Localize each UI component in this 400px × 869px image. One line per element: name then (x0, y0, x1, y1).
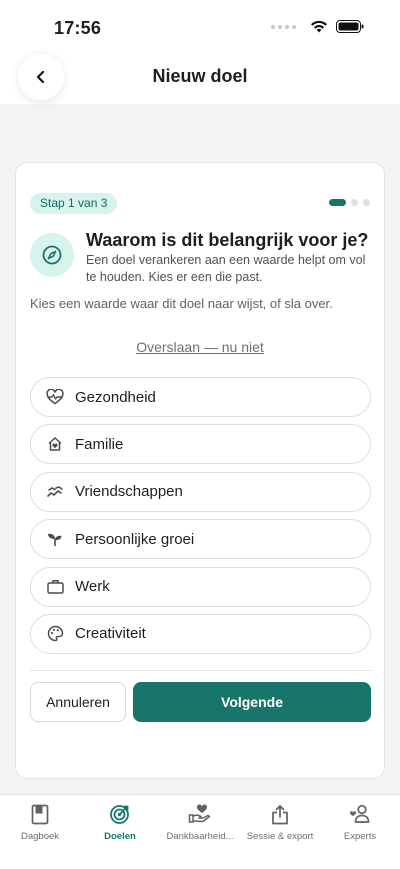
wifi-icon (311, 20, 327, 33)
value-option-creativiteit[interactable]: Creativiteit (30, 613, 371, 654)
tab-label: Doelen (104, 831, 136, 842)
value-option-persoonlijke-groei[interactable]: Persoonlijke groei (30, 519, 371, 560)
tab-label: Sessie & export (246, 831, 314, 842)
skip-link[interactable]: Overslaan — nu niet (16, 339, 384, 355)
value-option-familie[interactable]: Familie (30, 424, 371, 465)
value-option-label: Creativiteit (75, 625, 146, 643)
value-option-label: Werk (75, 578, 110, 596)
heartbeat-icon (46, 388, 64, 406)
people-icon (348, 803, 372, 825)
signal-icon (271, 24, 296, 29)
home-icon (46, 435, 64, 453)
card-subtitle: Een doel verankeren aan een waarde helpt… (86, 253, 366, 284)
nav-header: Nieuw doel (0, 54, 400, 104)
value-option-werk[interactable]: Werk (30, 566, 371, 607)
status-time: 17:56 (54, 18, 102, 38)
next-button[interactable]: Volgende (133, 682, 371, 722)
progress-dot-active (329, 199, 346, 206)
briefcase-icon (46, 578, 64, 596)
sprout-icon (46, 530, 64, 548)
cancel-button[interactable]: Annuleren (30, 682, 126, 722)
compass-icon (30, 233, 74, 277)
status-bar: 17:56 (0, 0, 400, 56)
value-option-label: Gezondheid (75, 388, 156, 406)
tab-label: Experts (343, 831, 377, 842)
tab-label: Dankbaarheid... (166, 831, 234, 842)
value-option-label: Familie (75, 435, 124, 453)
share-icon (271, 803, 289, 825)
divider (30, 670, 371, 671)
tab-doelen[interactable]: Doelen (80, 795, 160, 869)
progress-dot (351, 199, 358, 206)
progress-dot (363, 199, 370, 206)
value-option-list: Gezondheid Familie Vriendschappen Persoo… (30, 377, 371, 661)
value-option-gezondheid[interactable]: Gezondheid (30, 377, 371, 417)
battery-icon (336, 20, 364, 33)
hand-heart-icon (188, 803, 212, 825)
palette-icon (46, 625, 64, 643)
tab-sessie-export[interactable]: Sessie & export (240, 795, 320, 869)
page-title: Nieuw doel (152, 66, 248, 86)
book-icon (31, 803, 49, 825)
handshake-icon (46, 483, 64, 501)
value-option-vriendschappen[interactable]: Vriendschappen (30, 471, 371, 512)
step-badge: Stap 1 van 3 (30, 193, 118, 214)
tab-dankbaarheid[interactable]: Dankbaarheid... (160, 795, 240, 869)
card-instruction: Kies een waarde waar dit doel naar wijst… (30, 296, 333, 311)
goal-value-card: Stap 1 van 3 Waarom is dit belangrijk vo… (15, 162, 385, 779)
value-option-label: Vriendschappen (75, 483, 183, 501)
tab-label: Dagboek (20, 831, 60, 842)
tab-dagboek[interactable]: Dagboek (0, 795, 80, 869)
status-icons (271, 20, 364, 33)
value-option-label: Persoonlijke groei (75, 530, 195, 548)
tab-bar: Dagboek Doelen Dankbaarheid... Sessie & … (0, 794, 400, 869)
card-title: Waarom is dit belangrijk voor je? (86, 230, 369, 250)
tab-experts[interactable]: Experts (320, 795, 400, 869)
step-progress-indicator (329, 199, 370, 206)
target-icon (109, 803, 131, 825)
